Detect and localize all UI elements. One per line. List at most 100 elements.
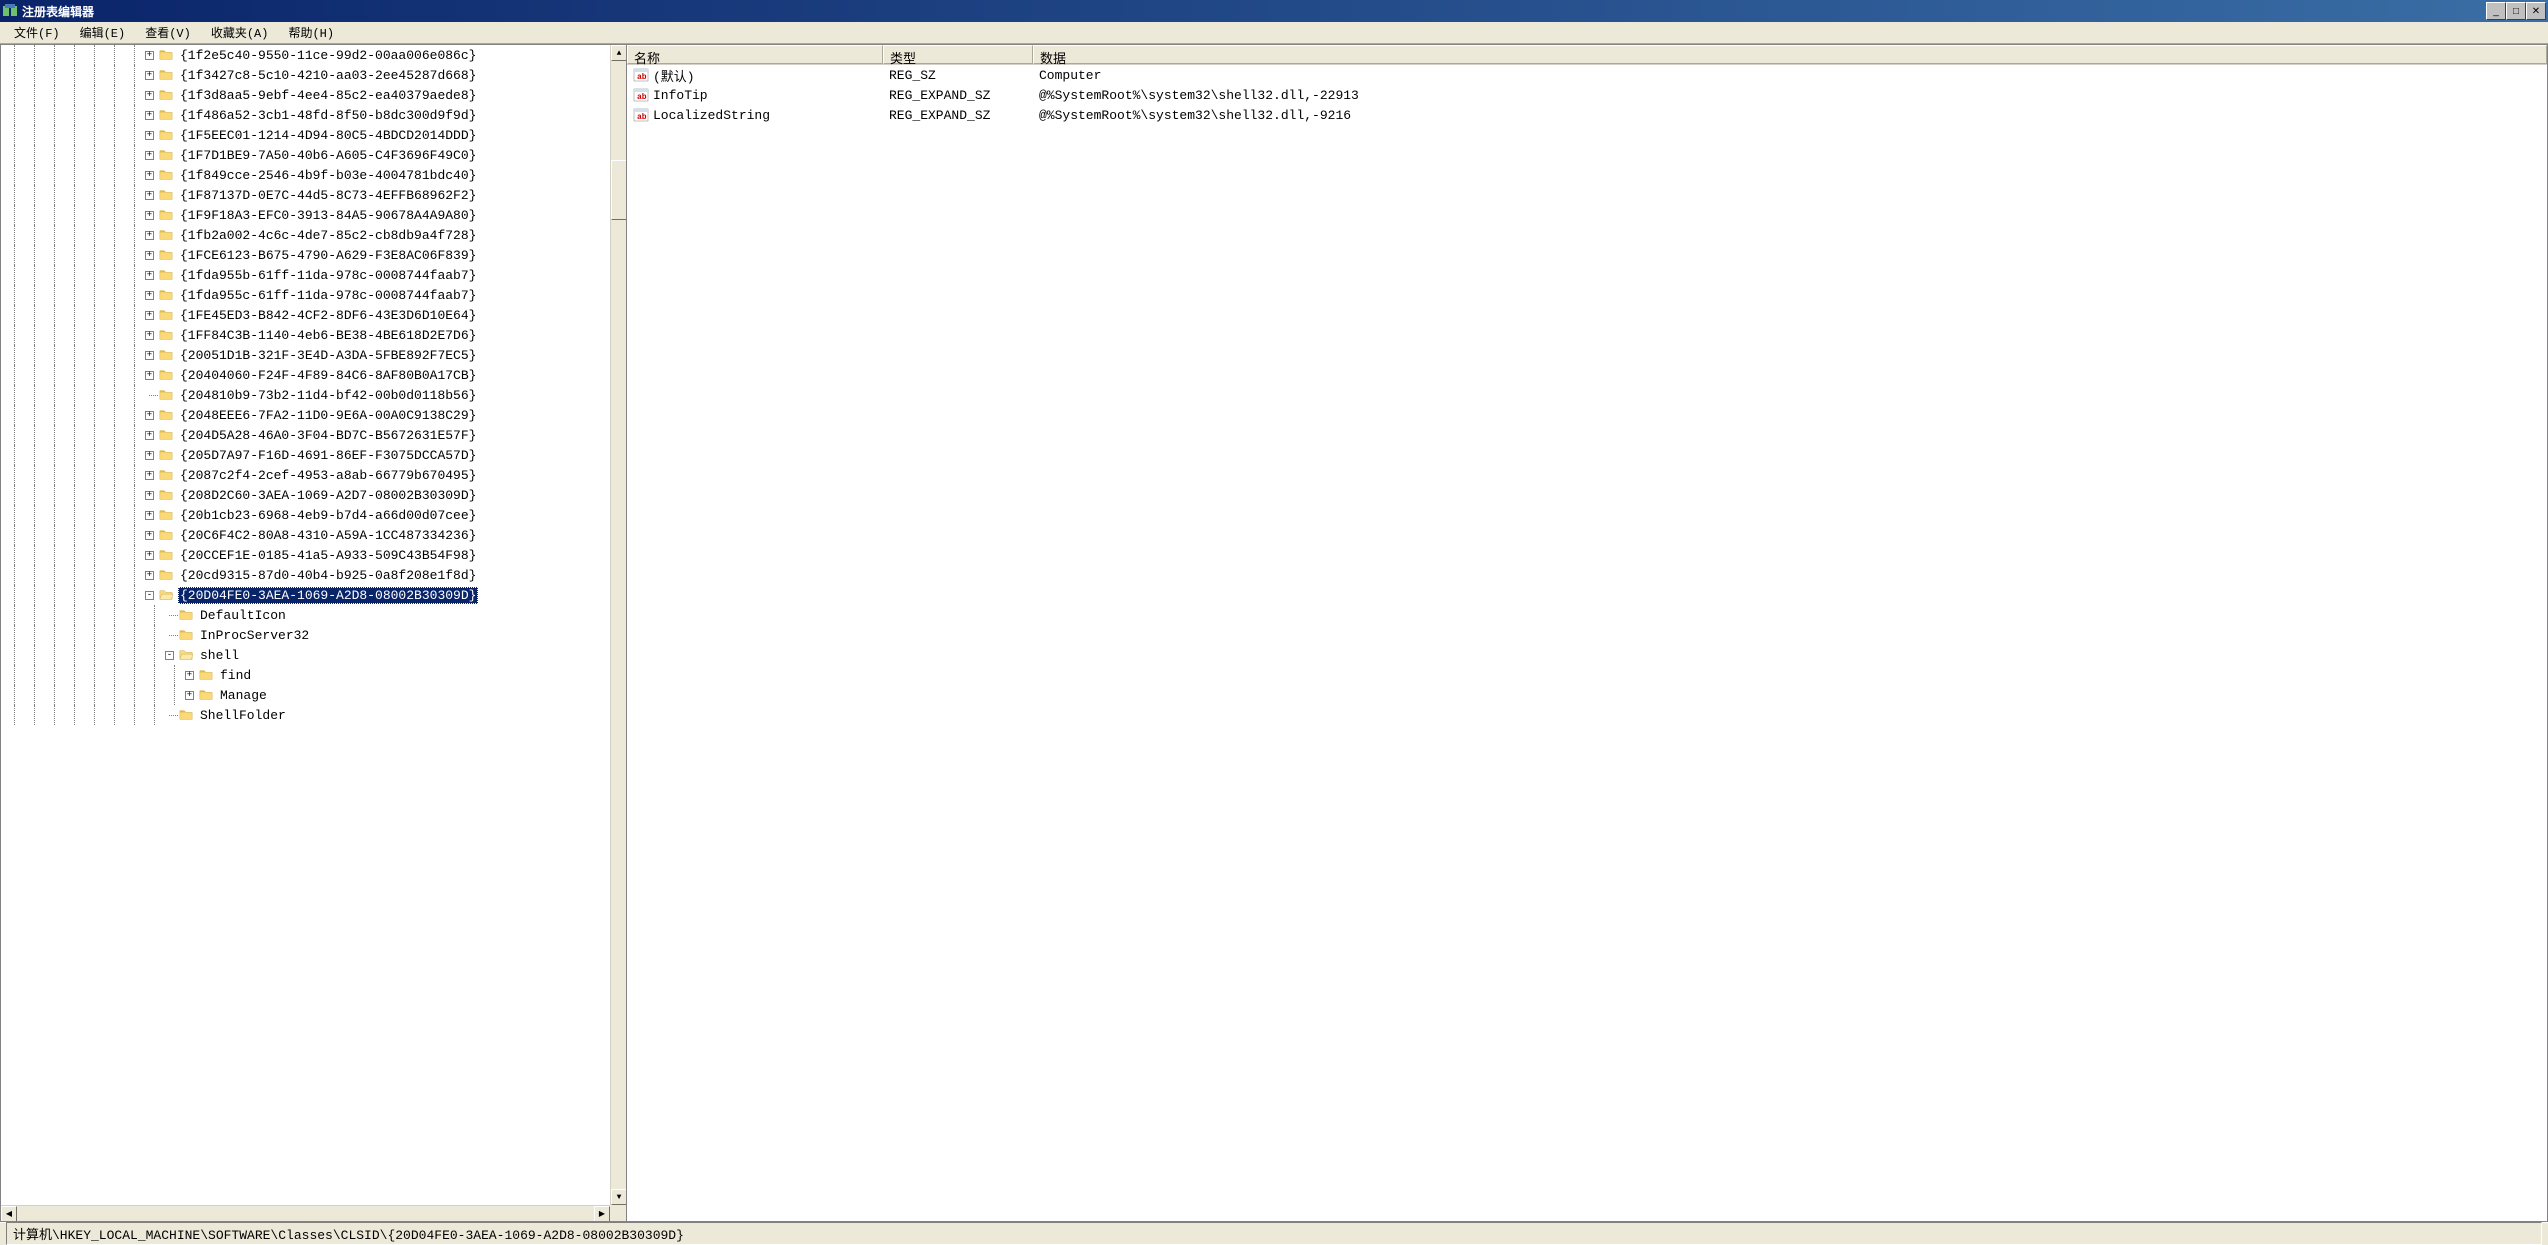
expand-button[interactable]: +	[145, 491, 154, 500]
tree-item[interactable]: +{20CCEF1E-0185-41a5-A933-509C43B54F98}	[5, 545, 610, 565]
tree-item[interactable]: +{20b1cb23-6968-4eb9-b7d4-a66d00d07cee}	[5, 505, 610, 525]
expand-button[interactable]: +	[145, 351, 154, 360]
scroll-up-button[interactable]: ▲	[611, 45, 626, 61]
scroll-down-button[interactable]: ▼	[611, 1189, 626, 1205]
expand-button[interactable]: +	[145, 111, 154, 120]
expand-button[interactable]: +	[145, 71, 154, 80]
column-name[interactable]: 名称	[627, 45, 883, 64]
expand-button[interactable]: +	[145, 291, 154, 300]
tree-item[interactable]: -shell	[5, 645, 610, 665]
column-type[interactable]: 类型	[883, 45, 1033, 64]
menu-favorites[interactable]: 收藏夹(A)	[201, 22, 279, 43]
collapse-button[interactable]: -	[165, 651, 174, 660]
folder-icon	[158, 88, 174, 102]
tree-item[interactable]: +{204D5A28-46A0-3F04-BD7C-B5672631E57F}	[5, 425, 610, 445]
folder-icon	[158, 268, 174, 282]
tree-item[interactable]: +find	[5, 665, 610, 685]
folder-icon	[198, 668, 214, 682]
tree-item[interactable]: +{20404060-F24F-4F89-84C6-8AF80B0A17CB}	[5, 365, 610, 385]
tree-hscrollbar[interactable]: ◀ ▶	[1, 1205, 610, 1221]
tree-item[interactable]: +{1f486a52-3cb1-48fd-8f50-b8dc300d9f9d}	[5, 105, 610, 125]
expand-button[interactable]: +	[145, 571, 154, 580]
expand-button[interactable]: +	[145, 91, 154, 100]
tree-item[interactable]: +{1f849cce-2546-4b9f-b03e-4004781bdc40}	[5, 165, 610, 185]
tree-item[interactable]: + {1F9F18A3-EFC0-3913-84A5-90678A4A9A80}	[5, 205, 610, 225]
tree-item[interactable]: +{2087c2f4-2cef-4953-a8ab-66779b670495}	[5, 465, 610, 485]
tree-item-label: {1FE45ED3-B842-4CF2-8DF6-43E3D6D10E64}	[178, 307, 478, 324]
tree-item[interactable]: ShellFolder	[5, 705, 610, 725]
statusbar: 计算机\HKEY_LOCAL_MACHINE\SOFTWARE\Classes\…	[0, 1222, 2548, 1244]
minimize-button[interactable]: _	[2486, 2, 2506, 20]
tree-item[interactable]: +{1F5EEC01-1214-4D94-80C5-4BDCD2014DDD}	[5, 125, 610, 145]
expand-button[interactable]: +	[145, 331, 154, 340]
value-name: (默认)	[653, 66, 695, 85]
menu-view[interactable]: 查看(V)	[135, 22, 201, 43]
expand-button[interactable]: +	[145, 211, 154, 220]
scroll-right-button[interactable]: ▶	[594, 1206, 610, 1221]
tree-item-label: {1F9F18A3-EFC0-3913-84A5-90678A4A9A80}	[178, 207, 478, 224]
tree-item[interactable]: +Manage	[5, 685, 610, 705]
tree-item[interactable]: +{1fda955c-61ff-11da-978c-0008744faab7}	[5, 285, 610, 305]
tree-item[interactable]: + {1FE45ED3-B842-4CF2-8DF6-43E3D6D10E64}	[5, 305, 610, 325]
tree-item[interactable]: + {1FCE6123-B675-4790-A629-F3E8AC06F839}	[5, 245, 610, 265]
values-list[interactable]: (默认)REG_SZComputerInfoTipREG_EXPAND_SZ@%…	[627, 65, 2547, 1221]
close-button[interactable]: ✕	[2526, 2, 2546, 20]
tree-item[interactable]: +{1fda955b-61ff-11da-978c-0008744faab7}	[5, 265, 610, 285]
tree-item[interactable]: +{20C6F4C2-80A8-4310-A59A-1CC487334236}	[5, 525, 610, 545]
expand-button[interactable]: +	[145, 471, 154, 480]
tree-item[interactable]: +{20051D1B-321F-3E4D-A3DA-5FBE892F7EC5}	[5, 345, 610, 365]
folder-icon	[158, 208, 174, 222]
tree-item[interactable]: -{20D04FE0-3AEA-1069-A2D8-08002B30309D}	[5, 585, 610, 605]
expand-button[interactable]: +	[145, 51, 154, 60]
column-data[interactable]: 数据	[1033, 45, 2547, 64]
tree-item[interactable]: + {1f3427c8-5c10-4210-aa03-2ee45287d668}	[5, 65, 610, 85]
values-header: 名称 类型 数据	[627, 45, 2547, 65]
value-row[interactable]: LocalizedStringREG_EXPAND_SZ@%SystemRoot…	[627, 105, 2547, 125]
tree-item[interactable]: +{1f2e5c40-9550-11ce-99d2-00aa006e086c}	[5, 45, 610, 65]
expand-button[interactable]: +	[145, 191, 154, 200]
tree-item-label: {1f3427c8-5c10-4210-aa03-2ee45287d668}	[178, 67, 478, 84]
expand-button[interactable]: +	[145, 151, 154, 160]
expand-button[interactable]: +	[145, 131, 154, 140]
expand-button[interactable]: +	[145, 511, 154, 520]
tree-item[interactable]: DefaultIcon	[5, 605, 610, 625]
menu-edit[interactable]: 编辑(E)	[70, 22, 136, 43]
tree-item[interactable]: +{20cd9315-87d0-40b4-b925-0a8f208e1f8d}	[5, 565, 610, 585]
tree-item[interactable]: +{1F7D1BE9-7A50-40b6-A605-C4F3696F49C0}	[5, 145, 610, 165]
tree-item[interactable]: InProcServer32	[5, 625, 610, 645]
expand-button[interactable]: +	[145, 271, 154, 280]
expand-button[interactable]: +	[185, 671, 194, 680]
expand-button[interactable]: +	[145, 251, 154, 260]
tree-item-label: {1FCE6123-B675-4790-A629-F3E8AC06F839}	[178, 247, 478, 264]
menu-help[interactable]: 帮助(H)	[278, 22, 344, 43]
expand-button[interactable]: +	[145, 411, 154, 420]
menu-file[interactable]: 文件(F)	[4, 22, 70, 43]
expand-button[interactable]: +	[145, 311, 154, 320]
scroll-left-button[interactable]: ◀	[1, 1206, 17, 1221]
expand-button[interactable]: +	[145, 171, 154, 180]
scroll-thumb[interactable]	[611, 160, 626, 220]
value-row[interactable]: InfoTipREG_EXPAND_SZ@%SystemRoot%\system…	[627, 85, 2547, 105]
tree-vscrollbar[interactable]: ▲ ▼	[610, 45, 626, 1205]
tree-item[interactable]: {204810b9-73b2-11d4-bf42-00b0d0118b56}	[5, 385, 610, 405]
expand-button[interactable]: +	[145, 551, 154, 560]
maximize-button[interactable]: □	[2506, 2, 2526, 20]
values-panel: 名称 类型 数据 (默认)REG_SZComputerInfoTipREG_EX…	[627, 45, 2547, 1221]
value-type: REG_SZ	[883, 66, 1033, 85]
value-row[interactable]: (默认)REG_SZComputer	[627, 65, 2547, 85]
registry-tree[interactable]: +{1f2e5c40-9550-11ce-99d2-00aa006e086c}+…	[1, 45, 610, 1205]
expand-button[interactable]: +	[145, 451, 154, 460]
tree-item[interactable]: +{1fb2a002-4c6c-4de7-85c2-cb8db9a4f728}	[5, 225, 610, 245]
tree-item[interactable]: +{208D2C60-3AEA-1069-A2D7-08002B30309D}	[5, 485, 610, 505]
tree-item[interactable]: +{205D7A97-F16D-4691-86EF-F3075DCCA57D}	[5, 445, 610, 465]
tree-item[interactable]: +{2048EEE6-7FA2-11D0-9E6A-00A0C9138C29}	[5, 405, 610, 425]
tree-item[interactable]: +{1FF84C3B-1140-4eb6-BE38-4BE618D2E7D6}	[5, 325, 610, 345]
expand-button[interactable]: +	[145, 531, 154, 540]
expand-button[interactable]: +	[185, 691, 194, 700]
expand-button[interactable]: +	[145, 231, 154, 240]
expand-button[interactable]: +	[145, 371, 154, 380]
collapse-button[interactable]: -	[145, 591, 154, 600]
tree-item[interactable]: +{1F87137D-0E7C-44d5-8C73-4EFFB68962F2}	[5, 185, 610, 205]
expand-button[interactable]: +	[145, 431, 154, 440]
tree-item[interactable]: +{1f3d8aa5-9ebf-4ee4-85c2-ea40379aede8}	[5, 85, 610, 105]
